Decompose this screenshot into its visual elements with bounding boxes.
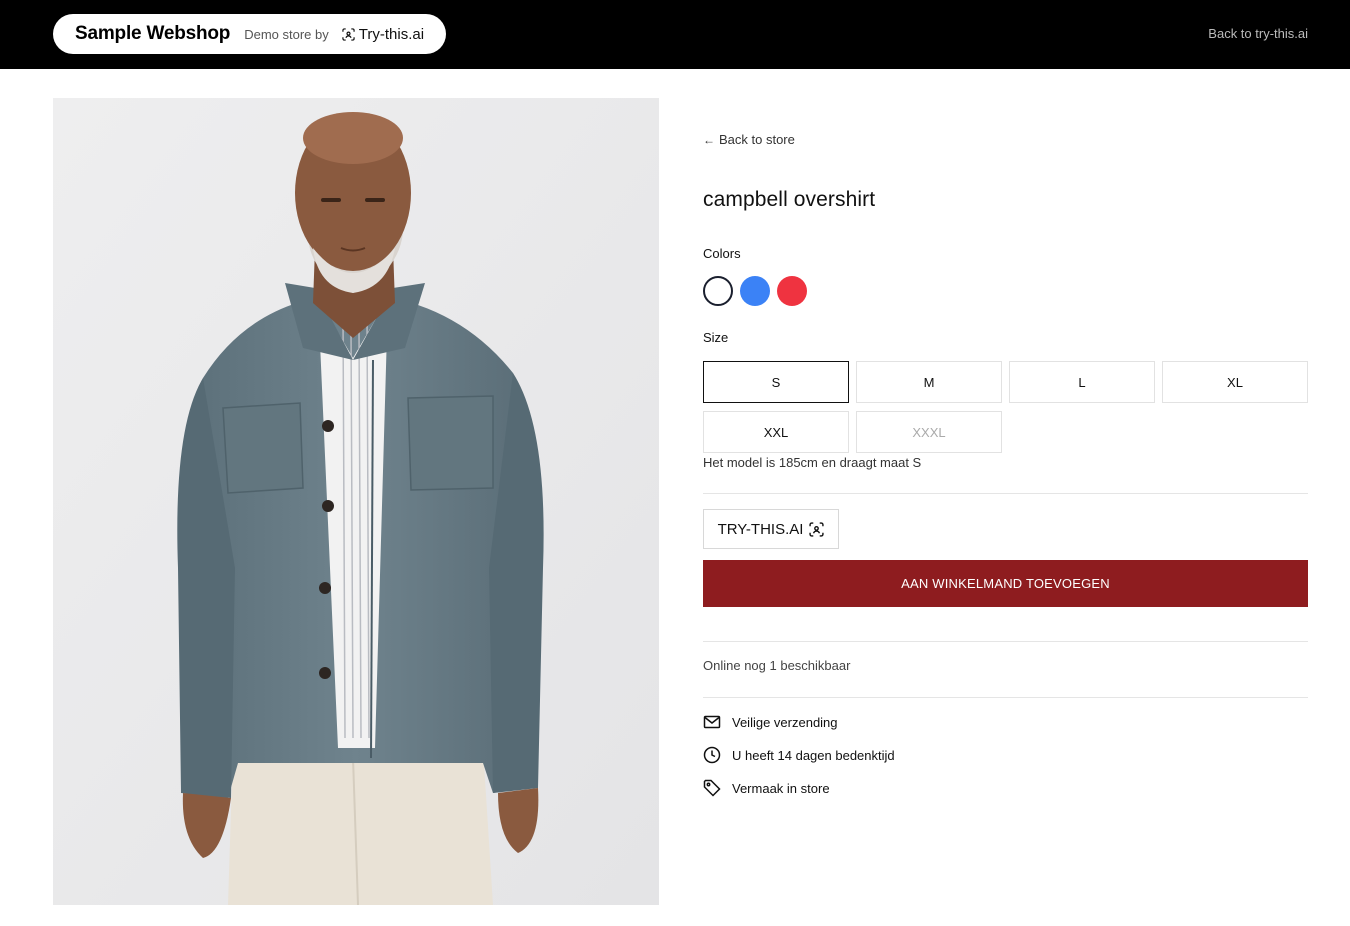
- arrow-left-icon: ←: [703, 132, 715, 147]
- size-option-s[interactable]: S: [703, 361, 849, 403]
- size-option-xxxl[interactable]: XXXL: [856, 411, 1002, 453]
- divider: [703, 697, 1308, 698]
- back-to-store-link[interactable]: ← Back to store: [703, 132, 795, 147]
- color-swatches: [703, 276, 807, 306]
- face-scan-icon: [342, 27, 355, 41]
- product-image: [53, 98, 659, 905]
- divider: [703, 641, 1308, 642]
- face-scan-icon: [809, 521, 825, 537]
- usp-alterations: Vermaak in store: [703, 779, 830, 797]
- brand-name: Sample Webshop: [75, 23, 231, 44]
- back-to-try-this-link[interactable]: Back to try-this.ai: [1208, 26, 1308, 41]
- usp-label: Veilige verzending: [732, 714, 838, 730]
- mail-icon: [703, 715, 721, 729]
- logo-text: Try-this.ai: [358, 25, 425, 43]
- size-option-m[interactable]: M: [856, 361, 1002, 403]
- demo-store-text: Demo store by: [244, 26, 329, 42]
- color-swatch-red[interactable]: [777, 276, 807, 306]
- size-option-xxl[interactable]: XXL: [703, 411, 849, 453]
- model-fit-note: Het model is 185cm en draagt maat S: [703, 455, 922, 470]
- tag-icon: [703, 779, 721, 797]
- model-wearing-overshirt-illustration: [53, 98, 659, 905]
- size-option-xl[interactable]: XL: [1162, 361, 1308, 403]
- product-title: campbell overshirt: [703, 188, 876, 211]
- top-navigation-bar: Sample Webshop Demo store by Try-this.ai…: [0, 0, 1350, 69]
- clock-icon: [703, 746, 721, 764]
- size-label: Size: [703, 330, 729, 345]
- usp-return-period: U heeft 14 dagen bedenktijd: [703, 746, 895, 764]
- divider: [703, 493, 1308, 494]
- add-to-cart-button[interactable]: AAN WINKELMAND TOEVOEGEN: [703, 560, 1308, 607]
- usp-shipping: Veilige verzending: [703, 713, 838, 731]
- brand-pill[interactable]: Sample Webshop Demo store by Try-this.ai: [53, 14, 446, 54]
- size-selector: S M L XL XXL XXXL: [703, 361, 1308, 453]
- usp-label: U heeft 14 dagen bedenktijd: [732, 747, 895, 763]
- back-to-store-label: Back to store: [719, 132, 795, 147]
- color-swatch-white[interactable]: [703, 276, 733, 306]
- try-this-ai-button[interactable]: TRY-THIS.AI: [703, 509, 839, 549]
- try-this-ai-label: TRY-THIS.AI: [717, 520, 804, 538]
- usp-label: Vermaak in store: [732, 780, 830, 796]
- color-swatch-blue[interactable]: [740, 276, 770, 306]
- size-option-l[interactable]: L: [1009, 361, 1155, 403]
- stock-status: Online nog 1 beschikbaar: [703, 658, 851, 673]
- try-this-logo: Try-this.ai: [342, 26, 424, 43]
- colors-label: Colors: [703, 246, 741, 261]
